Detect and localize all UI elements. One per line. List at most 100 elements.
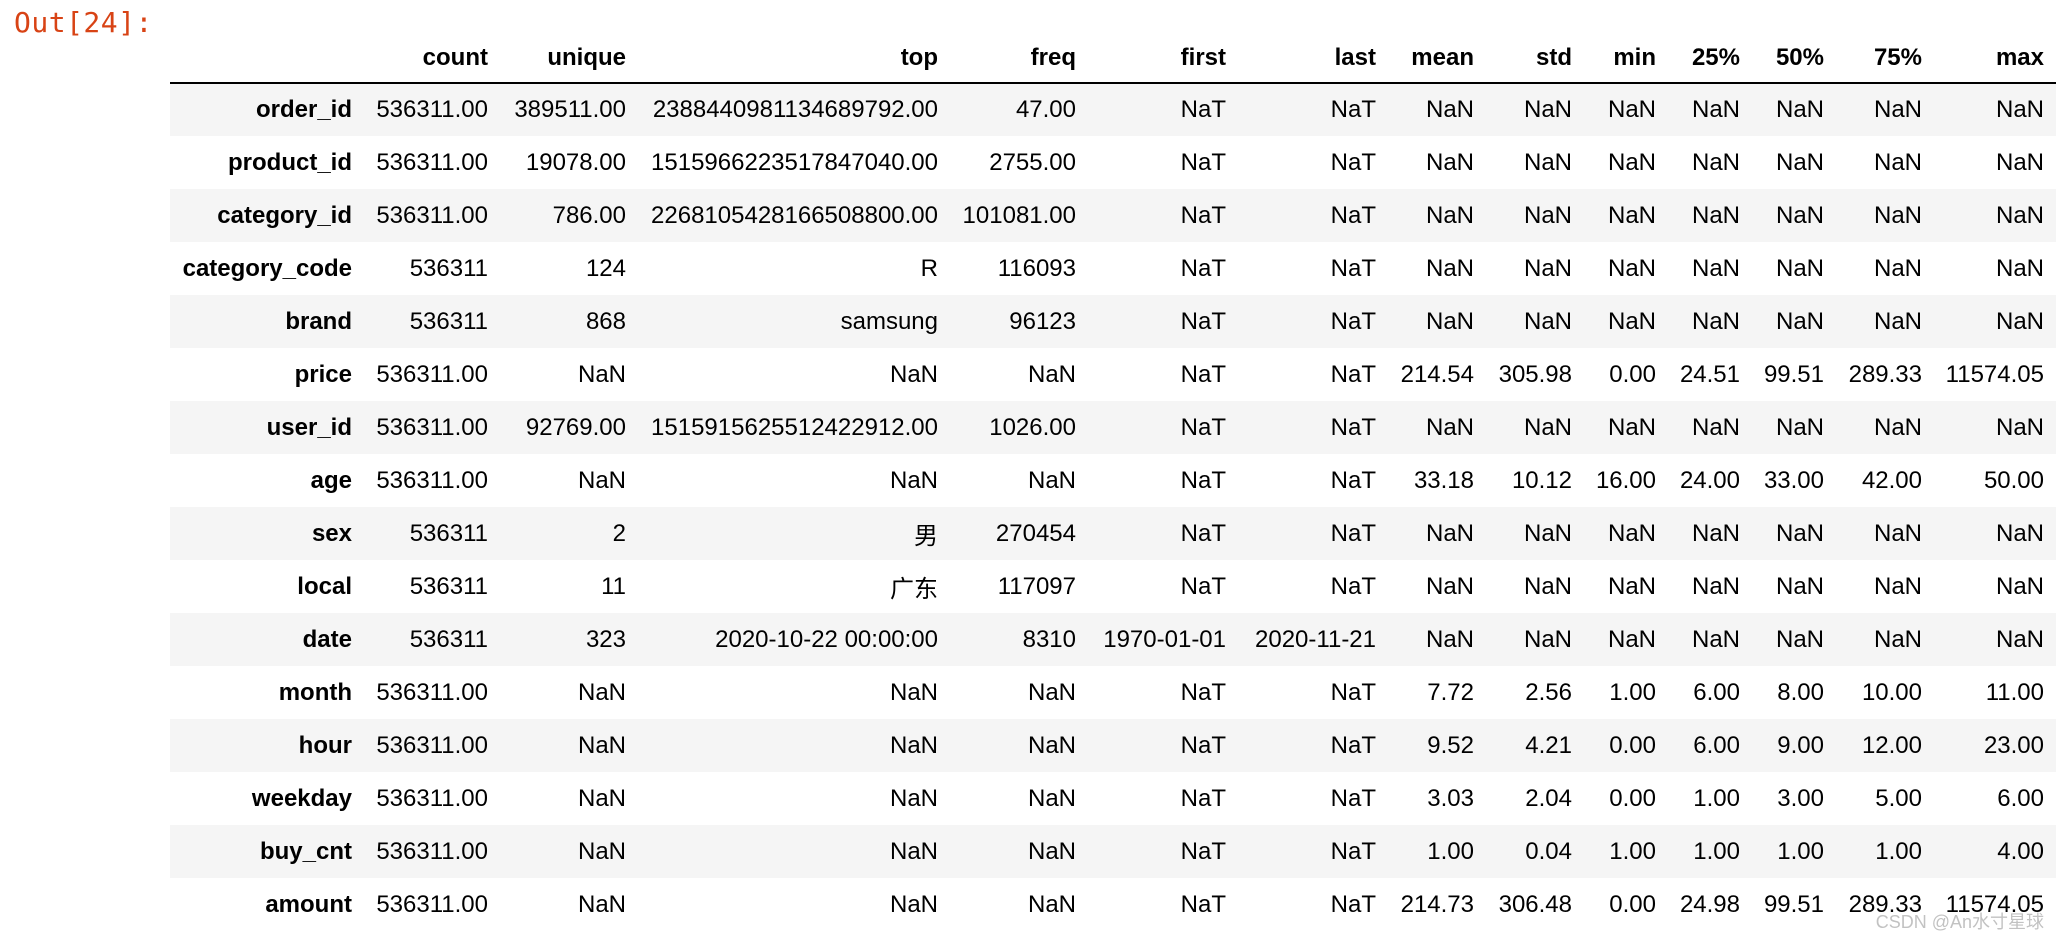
table-cell: NaN (1523, 201, 1572, 229)
table-cell: 50.00 (1983, 466, 2044, 494)
table-cell: 92769.00 (525, 413, 626, 441)
table-cell: NaN (889, 731, 938, 759)
table-cell: NaN (1873, 307, 1922, 335)
table-cell: NaN (1523, 572, 1572, 600)
table-cell: 214.73 (1400, 890, 1474, 918)
table-cell: 536311.00 (376, 201, 488, 229)
table-cell: 2020-10-22 00:00:00 (715, 625, 938, 653)
dataframe-output: count unique top freq first last mean std min 25%… (170, 34, 2056, 931)
table-cell: 4.21 (1525, 731, 1572, 759)
table-cell: NaN (1607, 148, 1656, 176)
table-cell: 323 (585, 625, 626, 653)
table-cell: NaN (577, 678, 626, 706)
table-cell: NaT (1180, 307, 1226, 335)
table-row: weekday 536311.00 NaN NaN NaN NaT NaT 3.03 2.04 0… (170, 772, 2056, 825)
table-cell: NaN (1027, 360, 1076, 388)
table-cell: 24.98 (1679, 890, 1740, 918)
table-cell: 2.04 (1525, 784, 1572, 812)
column-header: max (1934, 34, 2056, 84)
column-header: top (638, 34, 950, 84)
table-cell: 124 (585, 254, 626, 282)
table-cell: 33.18 (1413, 466, 1474, 494)
table-cell: NaN (1691, 201, 1740, 229)
table-cell: NaN (1691, 519, 1740, 547)
table-cell: NaN (1995, 96, 2044, 123)
row-label: category_id (217, 201, 352, 229)
table-cell: NaT (1330, 678, 1376, 706)
table-cell: 536311 (409, 625, 488, 653)
table-cell: 536311.00 (376, 837, 488, 865)
table-cell: NaN (1523, 519, 1572, 547)
table-cell: NaT (1180, 519, 1226, 547)
table-cell: 3.00 (1777, 784, 1824, 812)
row-label: month (278, 678, 352, 706)
table-cell: NaN (1775, 572, 1824, 600)
table-cell: 9.00 (1777, 731, 1824, 759)
table-cell: NaT (1330, 731, 1376, 759)
table-cell: NaN (1027, 731, 1076, 759)
column-header: mean (1388, 34, 1486, 84)
table-header: count unique top freq first last mean std min 25%… (170, 34, 2056, 84)
table-body: order_id 536311.00 389511.00 23884409811346… (170, 83, 2056, 931)
table-cell: NaT (1330, 307, 1376, 335)
table-cell: NaN (1995, 572, 2044, 600)
table-cell: NaN (889, 360, 938, 388)
table-cell: NaN (1995, 519, 2044, 547)
table-cell: 536311 (409, 572, 488, 600)
row-label: amount (265, 890, 352, 918)
table-row: product_id 536311.00 19078.00 1515966223517… (170, 136, 2056, 189)
table-cell: NaN (1607, 307, 1656, 335)
table-row: age 536311.00 NaN NaN NaN NaT NaT 33.18 10.12 16.… (170, 454, 2056, 507)
table-row: order_id 536311.00 389511.00 23884409811346… (170, 83, 2056, 136)
table-cell: 101081.00 (962, 201, 1076, 229)
table-cell: 6.00 (1693, 678, 1740, 706)
table-cell: 305.98 (1498, 360, 1572, 388)
table-cell: 2268105428166508800.00 (651, 201, 938, 229)
column-header: 50% (1752, 34, 1836, 84)
table-cell: 1026.00 (989, 413, 1076, 441)
column-header: count (364, 34, 500, 84)
table-cell: NaN (1425, 254, 1474, 282)
table-cell: NaN (1873, 96, 1922, 123)
column-header: std (1486, 34, 1584, 84)
table-cell: NaN (1523, 254, 1572, 282)
table-cell: NaN (1995, 625, 2044, 653)
table-cell: NaN (1523, 625, 1572, 653)
table-cell: 8310 (1022, 625, 1076, 653)
table-cell: 6.00 (1997, 784, 2044, 812)
row-label: order_id (255, 96, 352, 123)
table-cell: NaN (1425, 625, 1474, 653)
table-cell: NaN (1775, 254, 1824, 282)
table-cell: NaN (1873, 148, 1922, 176)
table-cell: NaN (1027, 890, 1076, 918)
table-cell: NaN (1425, 519, 1474, 547)
table-cell: 289.33 (1848, 360, 1922, 388)
table-cell: NaT (1330, 201, 1376, 229)
table-cell: 536311.00 (376, 890, 488, 918)
table-cell: 1.00 (1693, 784, 1740, 812)
table-cell: NaN (889, 784, 938, 812)
table-row: user_id 536311.00 92769.00 1515915625512422… (170, 401, 2056, 454)
table-cell: 117097 (997, 572, 1076, 600)
table-cell: 116093 (997, 254, 1076, 282)
table-cell: NaT (1330, 890, 1376, 918)
table-cell: 1.00 (1693, 837, 1740, 865)
table-cell: NaN (1523, 413, 1572, 441)
table-cell: NaT (1180, 784, 1226, 812)
table-cell: NaN (1995, 148, 2044, 176)
table-cell: NaN (889, 837, 938, 865)
table-cell: 19078.00 (525, 148, 626, 176)
table-cell: NaN (1775, 96, 1824, 123)
row-label: user_id (266, 413, 352, 441)
table-cell: NaT (1180, 572, 1226, 600)
table-cell: 10.12 (1511, 466, 1572, 494)
table-cell: 536311.00 (376, 731, 488, 759)
column-header: min (1584, 34, 1668, 84)
table-cell: NaN (1607, 96, 1656, 123)
table-cell: NaN (1873, 413, 1922, 441)
table-cell: NaT (1330, 413, 1376, 441)
table-cell: NaN (889, 466, 938, 494)
table-row: date 536311 323 2020-10-22 00:00:00 8310 1970… (170, 613, 2056, 666)
table-cell: NaT (1180, 678, 1226, 706)
table-row: category_code 536311 124 R 116093 NaT NaT NaN Na… (170, 242, 2056, 295)
